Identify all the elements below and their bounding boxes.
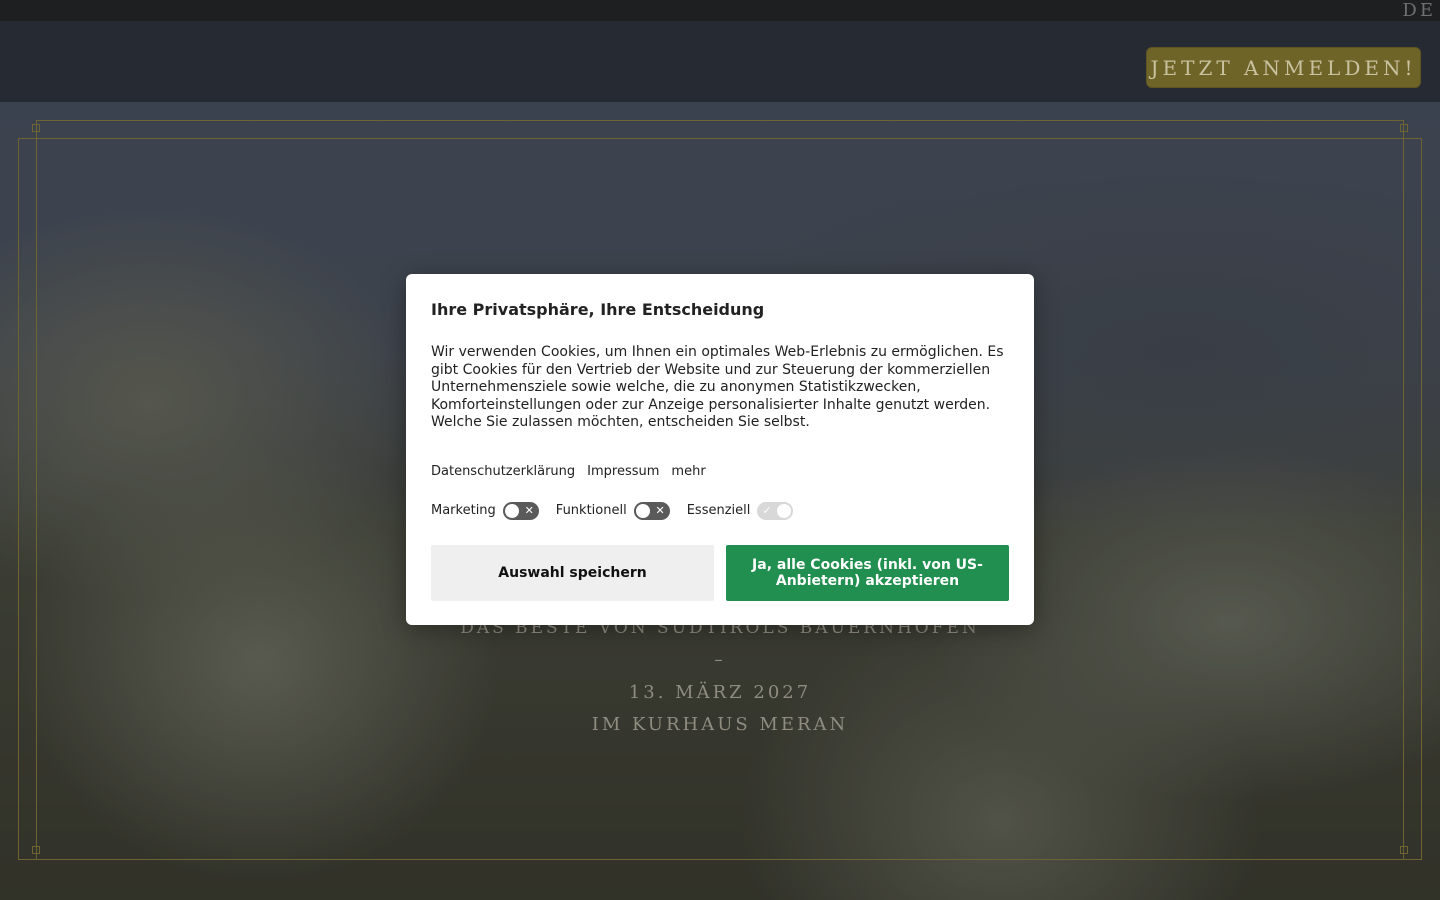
x-icon: ✕ [655, 503, 665, 517]
marketing-toggle[interactable]: ✕ [502, 501, 539, 520]
consent-description: Wir verwenden Cookies, um Ihnen ein opti… [431, 344, 1004, 430]
toggle-knob [635, 503, 650, 518]
hero-date: 13. MÄRZ 2027 [628, 682, 812, 703]
frame-corner-tr [1400, 124, 1408, 132]
consent-title: Ihre Privatsphäre, Ihre Entscheidung [431, 300, 765, 319]
marketing-label: Marketing [431, 503, 496, 518]
frame-corner-bl [32, 846, 40, 854]
hero-location: IM KURHAUS MERAN [591, 714, 849, 735]
x-icon: ✕ [524, 503, 534, 517]
consent-toggles: Marketing ✕ Funktionell ✕ Essenziell ✓ [431, 501, 1009, 521]
essential-toggle-group: Essenziell ✓ [686, 501, 794, 520]
consent-buttons: Auswahl speichern Ja, alle Cookies (inkl… [431, 544, 1009, 601]
site-header: JETZT ANMELDEN! [0, 21, 1440, 102]
hero-dash: – [714, 650, 726, 670]
toggle-knob [777, 503, 792, 518]
functional-toggle[interactable]: ✕ [633, 501, 670, 520]
privacy-policy-link[interactable]: Datenschutzerklärung [431, 464, 575, 480]
more-link[interactable]: mehr [671, 464, 705, 480]
frame-corner-br [1400, 846, 1408, 854]
functional-label: Funktionell [555, 503, 627, 518]
essential-label: Essenziell [686, 503, 751, 518]
save-selection-button[interactable]: Auswahl speichern [431, 544, 714, 601]
cookie-consent-dialog: Ihre Privatsphäre, Ihre Entscheidung Wir… [406, 274, 1034, 625]
check-icon: ✓ [762, 503, 772, 517]
imprint-link[interactable]: Impressum [587, 464, 659, 480]
frame-corner-tl [32, 124, 40, 132]
consent-links: Datenschutzerklärung Impressum mehr [431, 464, 1009, 480]
toggle-knob [504, 503, 519, 518]
language-bar: DE [0, 0, 1440, 21]
functional-toggle-group: Funktionell ✕ [555, 501, 670, 520]
accept-all-button[interactable]: Ja, alle Cookies (inkl. von US-Anbietern… [726, 544, 1009, 601]
language-switcher[interactable]: DE [1402, 0, 1436, 21]
register-now-button[interactable]: JETZT ANMELDEN! [1146, 47, 1421, 88]
essential-toggle: ✓ [757, 501, 794, 520]
marketing-toggle-group: Marketing ✕ [431, 501, 539, 520]
